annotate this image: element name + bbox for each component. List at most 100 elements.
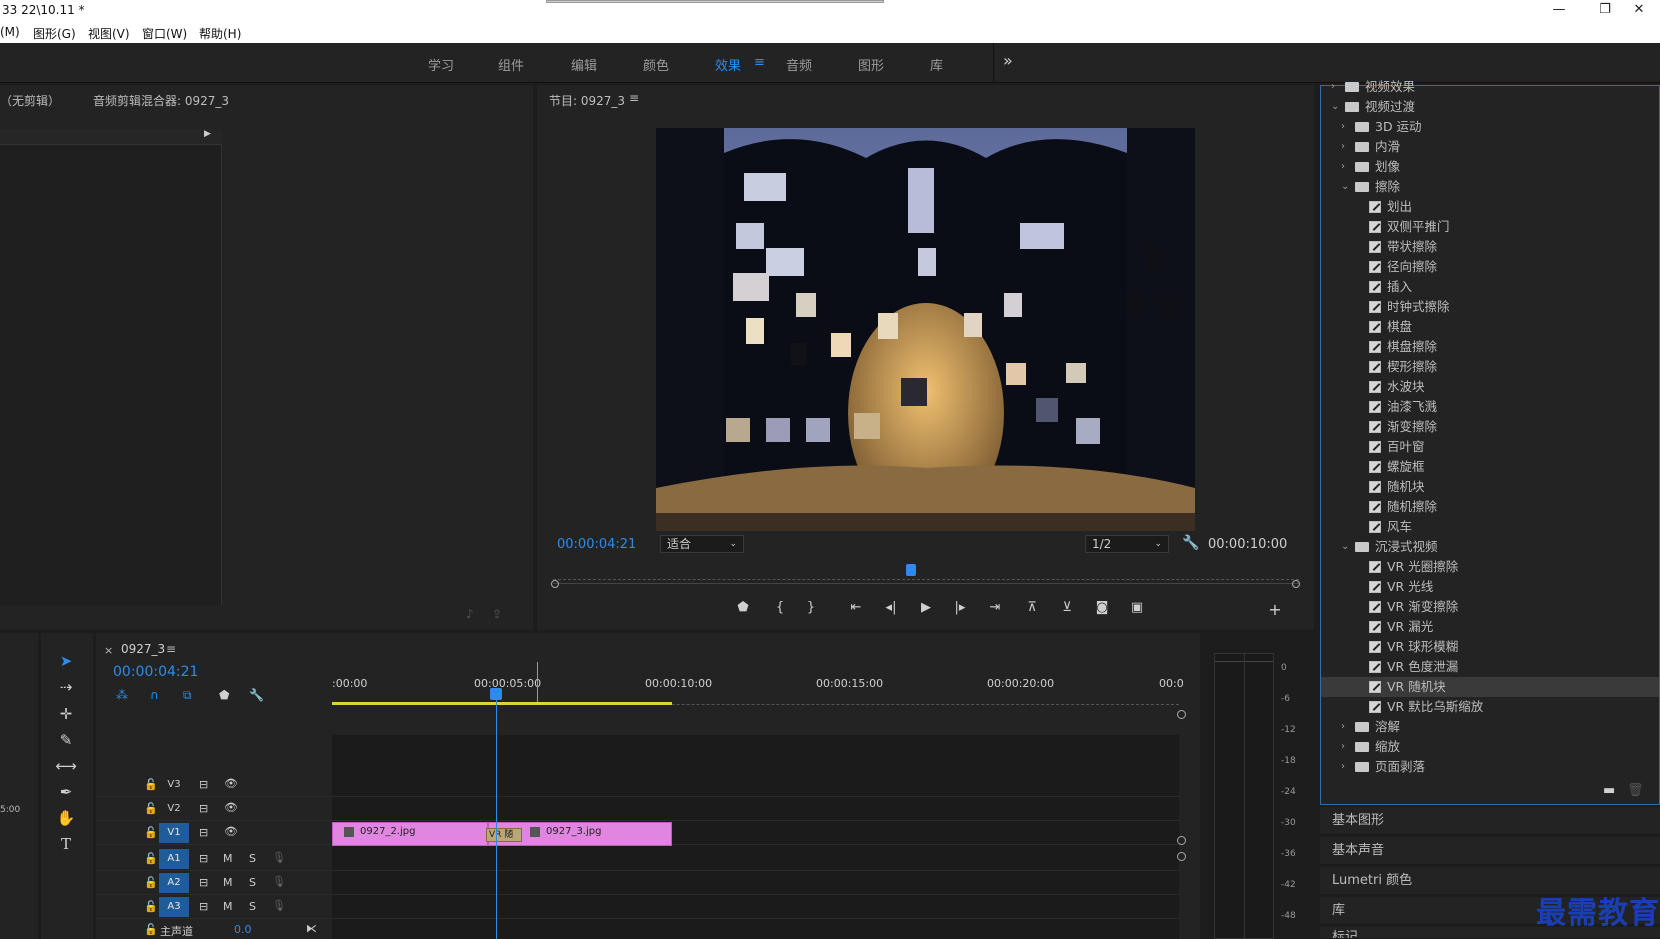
share-icon[interactable]: ⇪	[492, 607, 502, 621]
timeline-settings-icon[interactable]: 🔧	[249, 688, 264, 702]
chevron-right-icon[interactable]: ›	[1341, 117, 1345, 137]
effects-item[interactable]: 百叶窗	[1321, 437, 1659, 457]
chevron-right-icon[interactable]: ›	[1341, 717, 1345, 737]
effects-item[interactable]: VR 色度泄漏	[1321, 657, 1659, 677]
mark-out-icon[interactable]: }	[802, 600, 820, 618]
chevron-right-icon[interactable]: ›	[1331, 77, 1335, 97]
track-label-a3[interactable]: A3	[159, 897, 189, 917]
essential-sound-panel[interactable]: 基本声音	[1320, 837, 1660, 865]
chevron-down-icon[interactable]: ⌄	[1341, 177, 1349, 197]
vertical-zoom-handle[interactable]	[1177, 710, 1186, 719]
sync-lock-icon[interactable]: ⊟	[199, 876, 208, 889]
menu-help[interactable]: 帮助(H)	[199, 25, 241, 42]
effects-folder[interactable]: ⌄ 沉浸式视频	[1321, 537, 1659, 557]
step-forward-icon[interactable]: |▸	[951, 600, 969, 618]
effects-item[interactable]: 棋盘	[1321, 317, 1659, 337]
effects-folder[interactable]: › 视频效果	[1321, 77, 1659, 97]
lock-icon[interactable]: 🔓	[144, 778, 158, 791]
chevron-down-icon[interactable]: ⌄	[1341, 537, 1349, 557]
effects-item[interactable]: 随机擦除	[1321, 497, 1659, 517]
comparison-view-icon[interactable]: ▣	[1128, 600, 1146, 618]
eye-icon[interactable]: 👁	[224, 825, 238, 838]
track-label-v2[interactable]: V2	[159, 799, 189, 819]
slip-tool-icon[interactable]: ⟷	[55, 755, 77, 777]
add-marker-icon[interactable]: ⬟	[734, 600, 752, 618]
add-button-icon[interactable]: +	[1266, 600, 1284, 619]
menu-window[interactable]: 窗口(W)	[142, 25, 187, 42]
effects-item[interactable]: 带状擦除	[1321, 237, 1659, 257]
timeline-playhead-line[interactable]	[496, 693, 497, 939]
effects-item[interactable]: 径向擦除	[1321, 257, 1659, 277]
lift-icon[interactable]: ⊼	[1023, 600, 1041, 618]
effects-item[interactable]: VR 随机块	[1321, 677, 1659, 697]
mark-in-icon[interactable]: {	[771, 600, 789, 618]
eye-icon[interactable]: 👁	[224, 801, 238, 814]
zoom-dropdown[interactable]: 适合 ⌄	[660, 535, 744, 553]
camera-icon[interactable]: ◙	[1093, 600, 1111, 618]
effects-item[interactable]: 双侧平推门	[1321, 217, 1659, 237]
mute-button[interactable]: M	[223, 900, 233, 913]
vertical-zoom-handle[interactable]	[1177, 836, 1186, 845]
program-playhead[interactable]	[906, 564, 916, 576]
program-menu-icon[interactable]: ≡	[629, 91, 639, 105]
effects-item[interactable]: 随机块	[1321, 477, 1659, 497]
effects-item[interactable]: VR 漏光	[1321, 617, 1659, 637]
effects-item[interactable]: VR 光线	[1321, 577, 1659, 597]
effects-item[interactable]: VR 光圈擦除	[1321, 557, 1659, 577]
lock-icon[interactable]: 🔓	[144, 923, 158, 936]
vertical-zoom-handle[interactable]	[1177, 852, 1186, 861]
lock-icon[interactable]: 🔓	[144, 876, 158, 889]
sync-lock-icon[interactable]: ⊟	[199, 778, 208, 791]
menu-view[interactable]: 视图(V)	[88, 25, 130, 42]
effects-item[interactable]: 棋盘擦除	[1321, 337, 1659, 357]
lock-icon[interactable]: 🔓	[144, 900, 158, 913]
go-to-out-icon[interactable]: ⇥	[986, 600, 1004, 618]
effects-folder[interactable]: › 缩放	[1321, 737, 1659, 757]
chevron-down-icon[interactable]: ⌄	[1331, 97, 1339, 117]
track-label-v1[interactable]: V1	[159, 823, 189, 843]
minimize-button[interactable]: —	[1536, 0, 1582, 22]
sync-lock-icon[interactable]: ⊟	[199, 852, 208, 865]
selection-tool-icon[interactable]: ➤	[55, 650, 77, 672]
mute-button[interactable]: M	[223, 852, 233, 865]
linked-selection-icon[interactable]: ⧉	[183, 688, 192, 703]
effects-item[interactable]: 风车	[1321, 517, 1659, 537]
microphone-icon[interactable]: 🎙	[272, 851, 286, 864]
go-to-in-icon[interactable]: ⇤	[847, 600, 865, 618]
nest-icon[interactable]: ⁂	[116, 688, 128, 702]
close-button[interactable]: ✕	[1616, 0, 1660, 22]
sync-lock-icon[interactable]: ⊟	[199, 826, 208, 839]
zoom-handle-left[interactable]	[551, 580, 559, 588]
export-audio-icon[interactable]: ♪	[466, 607, 474, 621]
chevron-right-icon[interactable]: ›	[1341, 737, 1345, 757]
go-to-end-icon[interactable]: ⧔	[306, 922, 317, 935]
lock-icon[interactable]: 🔓	[144, 826, 158, 839]
effects-item[interactable]: 时钟式擦除	[1321, 297, 1659, 317]
master-value[interactable]: 0.0	[234, 923, 252, 936]
source-tab[interactable]: （无剪辑）	[0, 92, 60, 109]
effects-item[interactable]: 螺旋框	[1321, 457, 1659, 477]
effects-item[interactable]: 水波块	[1321, 377, 1659, 397]
track-label-a2[interactable]: A2	[159, 873, 189, 893]
hand-tool-icon[interactable]: ✋	[55, 807, 77, 829]
audio-clip-mixer-tab[interactable]: 音频剪辑混合器: 0927_3	[93, 92, 229, 109]
track-select-tool-icon[interactable]: ⇢	[55, 676, 77, 698]
workspace-menu-icon[interactable]: ≡	[754, 55, 765, 70]
effects-folder[interactable]: ⌄ 视频过渡	[1321, 97, 1659, 117]
more-workspaces-icon[interactable]: »	[1003, 51, 1013, 70]
microphone-icon[interactable]: 🎙	[272, 875, 286, 888]
play-icon[interactable]: ▶	[917, 600, 935, 618]
lock-icon[interactable]: 🔓	[144, 802, 158, 815]
pen-tool-icon[interactable]: ✒	[55, 781, 77, 803]
extract-icon[interactable]: ⊻	[1058, 600, 1076, 618]
effects-item[interactable]: VR 渐变擦除	[1321, 597, 1659, 617]
effects-folder[interactable]: › 页面剥落	[1321, 757, 1659, 777]
workspace-learn[interactable]: 学习	[428, 55, 454, 74]
expand-arrow-icon[interactable]: ▶	[204, 129, 211, 139]
type-tool-icon[interactable]: T	[55, 833, 77, 855]
workspace-graphics[interactable]: 图形	[858, 55, 884, 74]
trash-icon[interactable]: 🗑	[1627, 783, 1644, 798]
sync-lock-icon[interactable]: ⊟	[199, 900, 208, 913]
effects-folder[interactable]: › 溶解	[1321, 717, 1659, 737]
program-zoom-bar[interactable]	[553, 583, 1299, 584]
